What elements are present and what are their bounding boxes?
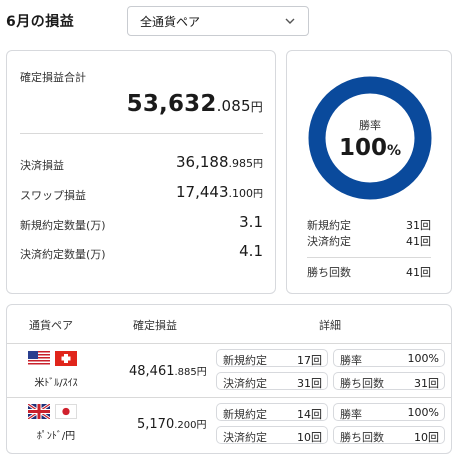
win-rate-chip: 勝率 100%: [333, 403, 445, 421]
chevron-down-icon: [285, 18, 295, 24]
pair-profit-value: 48,461.885円: [129, 364, 207, 379]
settled-trades-chip: 決済約定 31回: [216, 372, 328, 390]
us-flag-icon: [28, 351, 50, 366]
wins-row: 勝ち回数 41回: [307, 264, 431, 279]
currency-pair-select[interactable]: 全通貨ペア: [127, 6, 309, 36]
new-trades-row: 新規約定 31回: [307, 217, 431, 232]
swiss-flag-icon: [55, 351, 77, 366]
japan-flag-icon: [55, 404, 77, 419]
settlement-profit-row: 決済損益 36,188.985円: [20, 153, 263, 173]
settle-volume-row: 決済約定数量(万) 4.1: [20, 242, 263, 262]
swap-profit-label: スワップ損益: [20, 189, 86, 202]
pair-name: 米ﾄﾞﾙ/ｽｲｽ: [34, 378, 78, 389]
column-header-detail: 詳細: [319, 319, 341, 332]
wins-value: 41回: [406, 266, 431, 279]
settlement-profit-value: 36,188.985円: [176, 153, 263, 171]
divider: [7, 343, 451, 344]
new-trades-chip: 新規約定 17回: [216, 349, 328, 367]
wins-chip: 勝ち回数 10回: [333, 426, 445, 444]
settled-trades-row: 決済約定 41回: [307, 233, 431, 248]
pair-profit-value: 5,170.200円: [137, 417, 207, 432]
total-profit-label: 確定損益合計: [20, 71, 86, 84]
pair-breakdown-table: 通貨ペア 確定損益 詳細 米ﾄﾞﾙ/ｽｲｽ 48,461.885円 新規約定 17…: [6, 304, 452, 454]
settled-trades-label: 決済約定: [307, 235, 351, 248]
win-rate-card: 勝率 100% 新規約定 31回 決済約定 41回 勝ち回数 41回: [286, 50, 452, 294]
pair-name: ﾎﾟﾝﾄﾞ/円: [36, 431, 76, 442]
divider: [20, 133, 263, 134]
uk-flag-icon: [28, 404, 50, 419]
total-profit-value: 53,632.085円: [126, 91, 263, 117]
win-rate-value: 100%: [338, 135, 402, 161]
new-trades-label: 新規約定: [307, 219, 351, 232]
settle-volume-label: 決済約定数量(万): [20, 248, 106, 261]
settle-volume-value: 4.1: [239, 242, 263, 260]
swap-profit-value: 17,443.100円: [176, 183, 263, 201]
profit-summary-card: 確定損益合計 53,632.085円 決済損益 36,188.985円 スワップ…: [6, 50, 276, 294]
column-header-pnl: 確定損益: [133, 319, 177, 332]
wins-chip: 勝ち回数 31回: [333, 372, 445, 390]
new-trades-chip: 新規約定 14回: [216, 403, 328, 421]
new-volume-label: 新規約定数量(万): [20, 219, 106, 232]
divider: [7, 397, 451, 398]
settled-trades-value: 41回: [406, 235, 431, 248]
win-rate-label: 勝率: [359, 119, 381, 132]
column-header-pair: 通貨ペア: [29, 319, 73, 332]
settled-trades-chip: 決済約定 10回: [216, 426, 328, 444]
win-rate-chip: 勝率 100%: [333, 349, 445, 367]
divider: [307, 257, 431, 258]
page-title: 6月の損益: [6, 14, 75, 30]
wins-label: 勝ち回数: [307, 266, 351, 279]
new-trades-value: 31回: [406, 219, 431, 232]
swap-profit-row: スワップ損益 17,443.100円: [20, 183, 263, 203]
settlement-profit-label: 決済損益: [20, 159, 64, 172]
new-volume-row: 新規約定数量(万) 3.1: [20, 213, 263, 233]
currency-pair-select-value: 全通貨ペア: [140, 14, 201, 29]
new-volume-value: 3.1: [239, 213, 263, 231]
